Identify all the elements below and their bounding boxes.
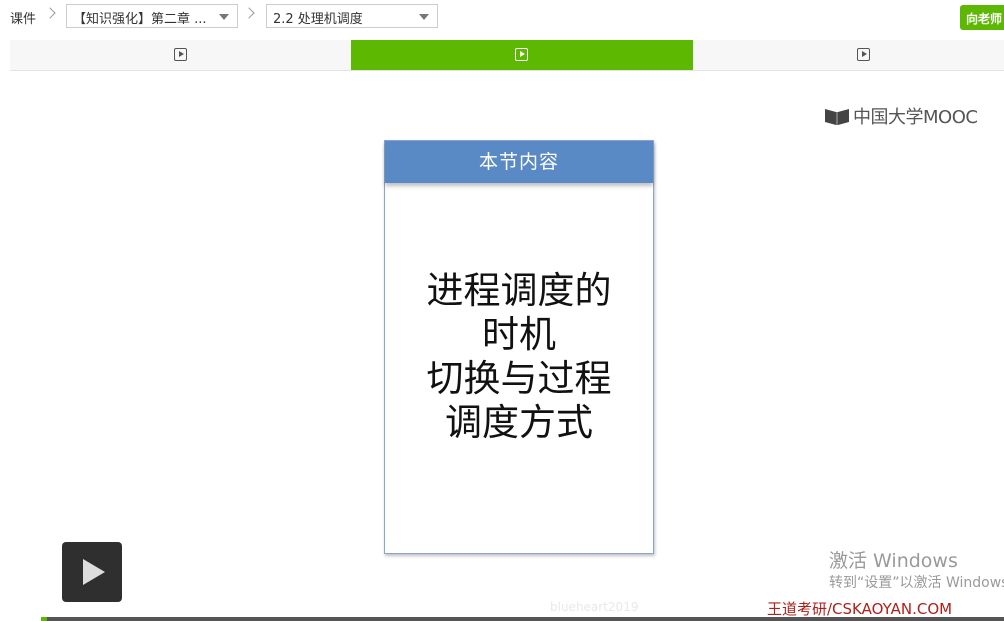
slide-line: 时机	[482, 313, 556, 356]
chevron-right-icon	[243, 7, 255, 19]
mooc-logo-icon	[825, 109, 849, 125]
windows-activation-hint: 转到“设置”以激活 Windows	[829, 575, 1004, 591]
progress-bar[interactable]	[41, 617, 1004, 621]
windows-activation-title: 激活 Windows	[829, 550, 958, 572]
tab-video-1[interactable]	[10, 40, 352, 70]
play-button[interactable]	[62, 542, 122, 602]
slide-line: 切换与过程	[426, 357, 612, 400]
chapter-select-value: 【知识强化】第二章 ...	[73, 12, 207, 27]
section-select[interactable]: 2.2 处理机调度	[266, 4, 438, 28]
slide-line: 调度方式	[445, 401, 593, 444]
slide-line: 进程调度的	[426, 269, 612, 312]
slide-card: 本节内容 进程调度的 时机 切换与过程 调度方式	[384, 140, 654, 554]
play-icon	[857, 48, 870, 61]
chevron-down-icon	[419, 14, 429, 20]
video-player[interactable]: 中国大学MOOC 本节内容 进程调度的 时机 切换与过程 调度方式 激活 Win…	[0, 72, 1004, 621]
play-icon	[174, 48, 187, 61]
progress-fill	[41, 617, 47, 621]
breadcrumb-root[interactable]: 课件	[10, 8, 36, 27]
ask-teacher-button[interactable]: 向老师	[960, 5, 1004, 30]
top-bar: 课件 【知识强化】第二章 ... 2.2 处理机调度 向老师	[0, 0, 1004, 34]
section-select-value: 2.2 处理机调度	[273, 12, 363, 27]
mooc-logo-text: 中国大学MOOC	[853, 107, 978, 128]
chevron-down-icon	[219, 14, 229, 20]
chapter-select[interactable]: 【知识强化】第二章 ...	[66, 4, 238, 28]
tab-video-3[interactable]	[693, 40, 1004, 70]
user-watermark: blueheart2019	[550, 600, 639, 614]
video-tab-strip	[10, 40, 1004, 71]
tab-video-2[interactable]	[351, 40, 693, 70]
slide-header: 本节内容	[385, 141, 653, 183]
site-watermark: 王道考研/CSKAOYAN.COM	[767, 600, 953, 618]
slide-body: 进程调度的 时机 切换与过程 调度方式	[385, 269, 653, 445]
chevron-right-icon	[44, 7, 56, 19]
play-icon	[515, 48, 528, 61]
